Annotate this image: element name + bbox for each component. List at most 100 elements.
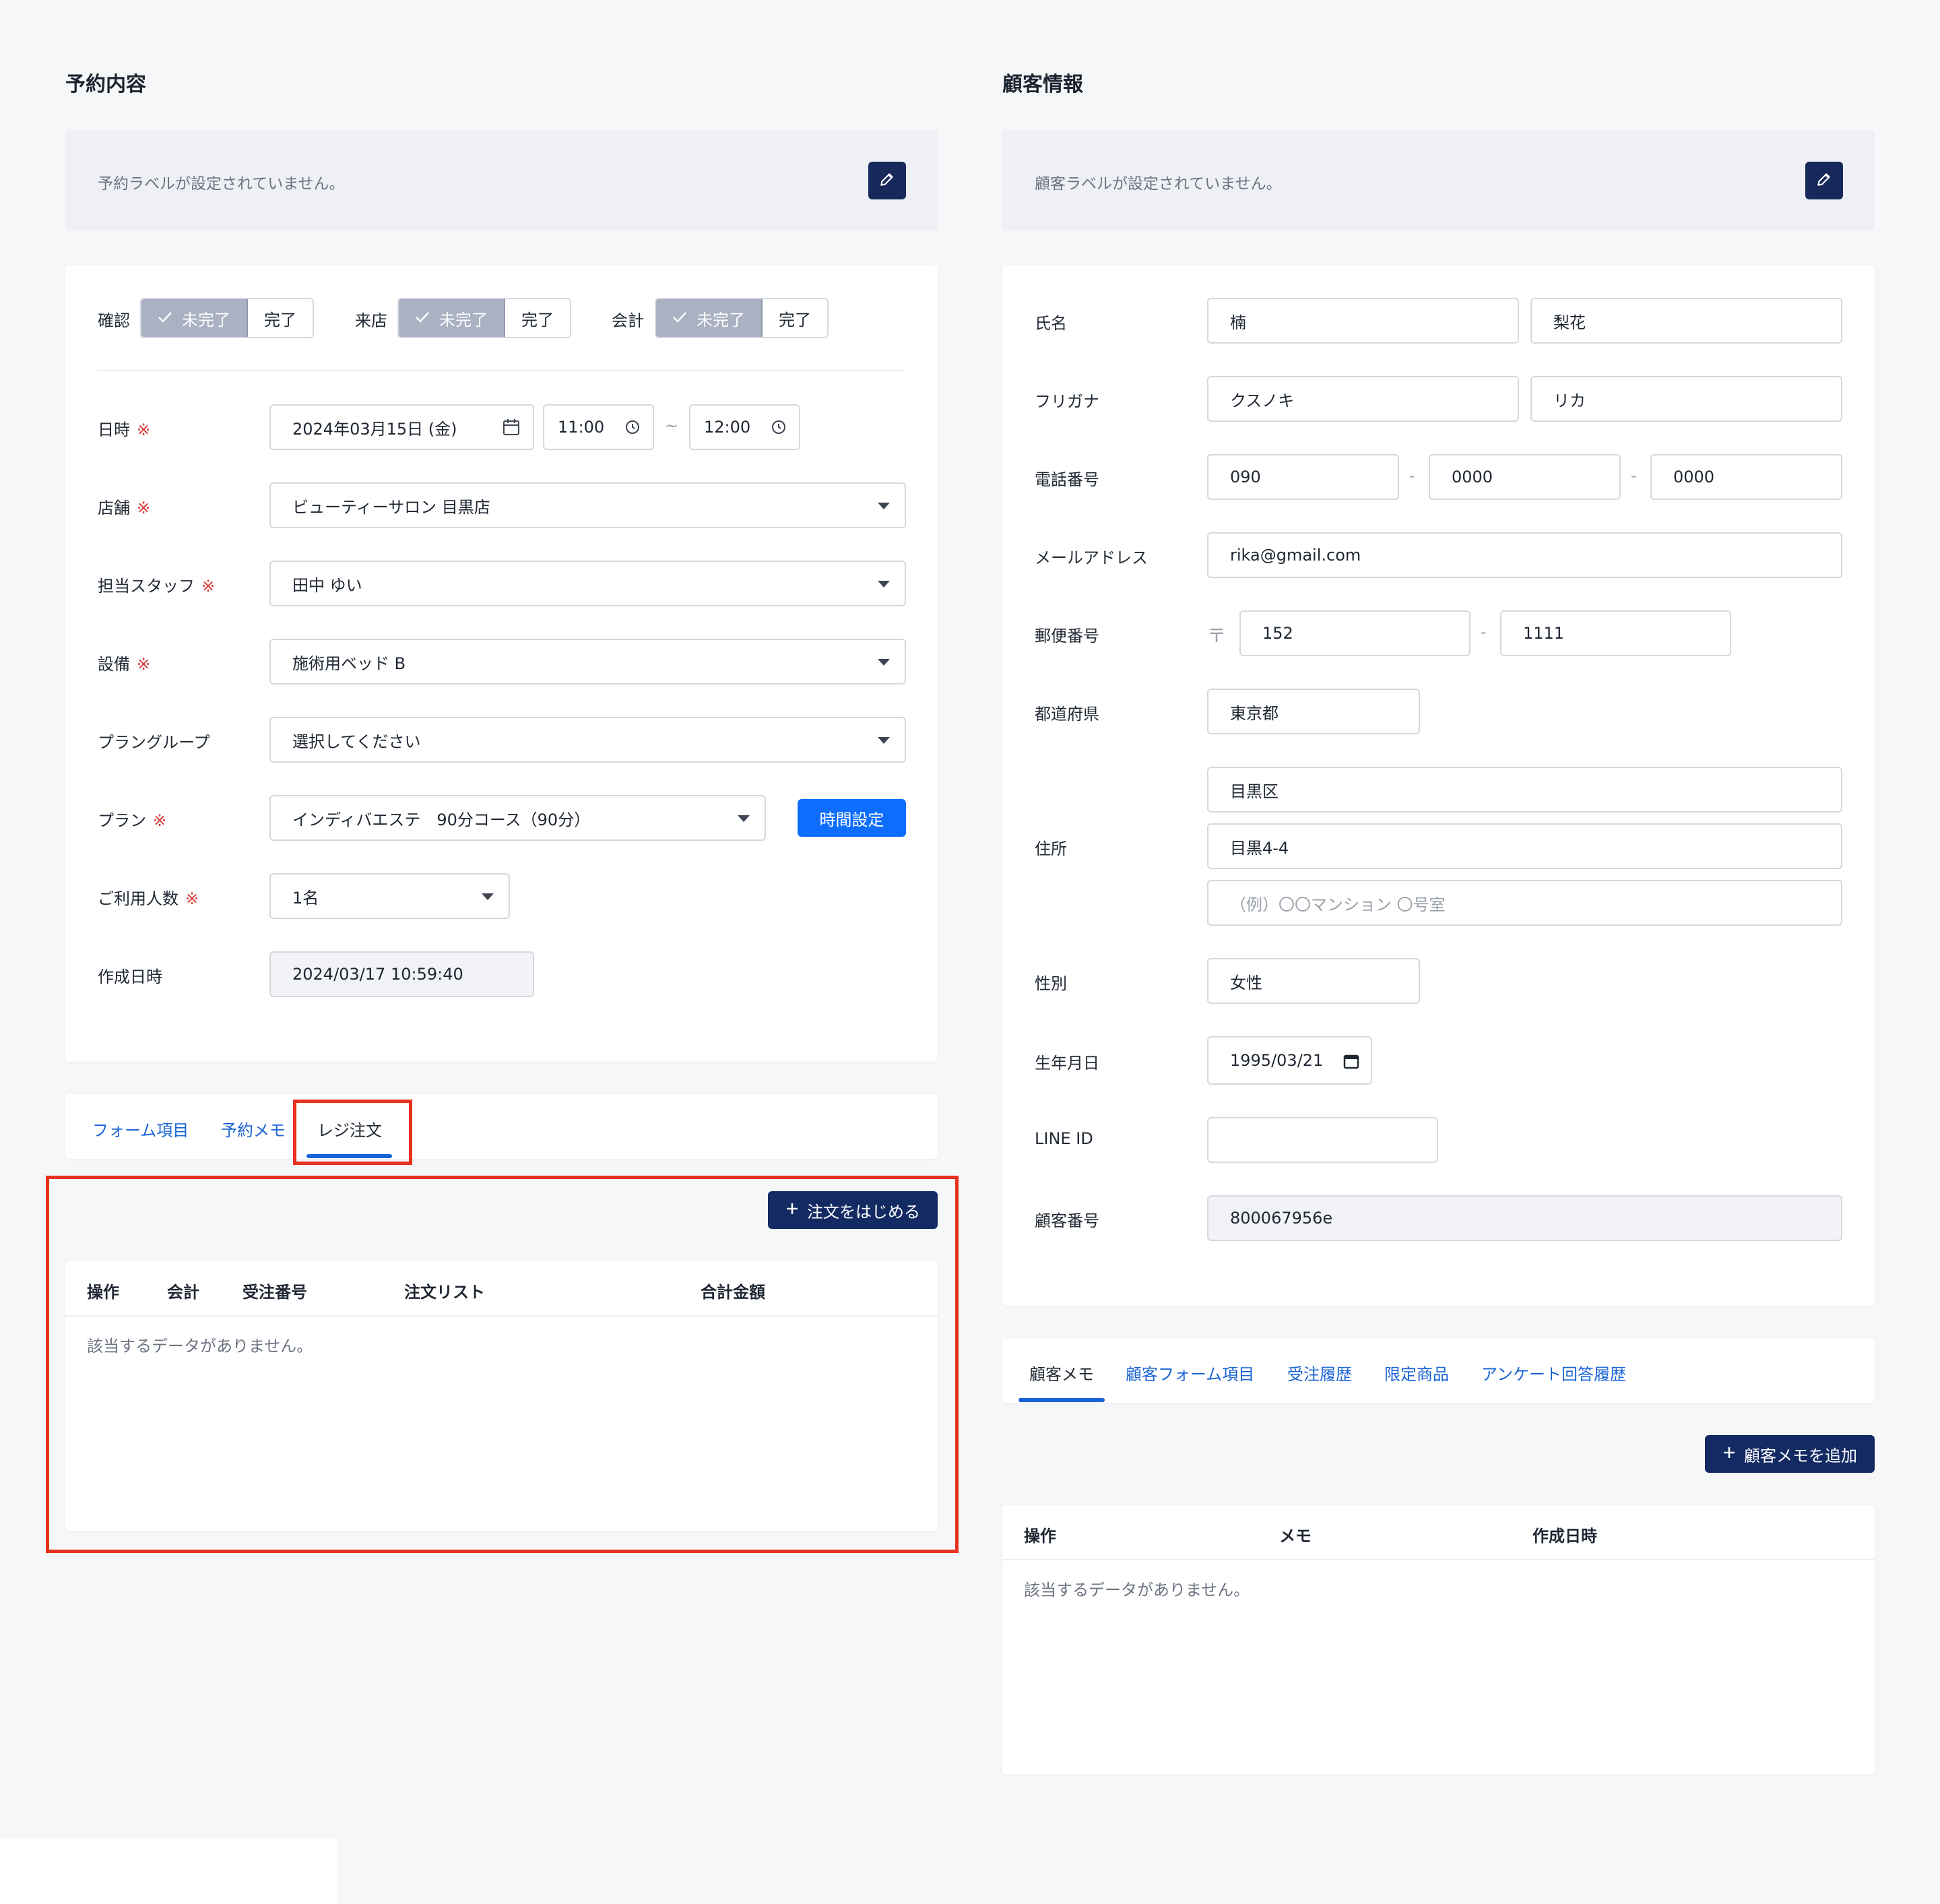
pencil-icon (878, 170, 896, 191)
email-input[interactable]: rika@gmail.com (1207, 532, 1842, 578)
postal-part2-input[interactable]: 1111 (1500, 610, 1731, 656)
prefecture-input[interactable]: 東京都 (1207, 689, 1420, 734)
chevron-down-icon (878, 503, 890, 509)
last-kana-input[interactable]: クスノキ (1207, 376, 1519, 422)
plan-group-label: プラングループ (98, 733, 210, 752)
phone-part3-input[interactable]: 0000 (1650, 454, 1842, 500)
visit-status-toggle: 未完了 完了 (397, 298, 571, 338)
required-mark: ※ (137, 499, 151, 517)
status-divider (98, 370, 905, 371)
customer-label-edit-button[interactable] (1805, 162, 1843, 199)
phone-part2-input[interactable]: 0000 (1429, 454, 1621, 500)
first-name-input[interactable]: 梨花 (1530, 298, 1842, 344)
phone-part1-input[interactable]: 090 (1207, 454, 1399, 500)
tab-customer-memo[interactable]: 顧客メモ (1029, 1361, 1094, 1385)
postal-part1-input[interactable]: 152 (1239, 610, 1470, 656)
confirm-incomplete-button[interactable]: 未完了 (141, 299, 248, 337)
customer-no-field: 800067956e (1207, 1195, 1842, 1241)
payment-incomplete-label: 未完了 (697, 310, 745, 329)
last-name-input[interactable]: 楠 (1207, 298, 1519, 344)
customer-no-label: 顧客番号 (1035, 1211, 1099, 1230)
add-memo-button[interactable]: 顧客メモを追加 (1705, 1435, 1875, 1473)
time-range-tilde: ~ (665, 416, 679, 435)
tab-survey-history[interactable]: アンケート回答履歴 (1481, 1361, 1626, 1385)
payment-status-toggle: 未完了 完了 (655, 298, 829, 338)
line-id-input[interactable] (1207, 1117, 1438, 1163)
customer-no-value: 800067956e (1230, 1209, 1333, 1228)
line-id-label: LINE ID (1035, 1129, 1093, 1148)
email-value: rika@gmail.com (1230, 546, 1361, 565)
customer-title: 顧客情報 (1002, 73, 1083, 96)
postal-part1-value: 152 (1262, 624, 1293, 643)
gender-value: 女性 (1230, 973, 1262, 992)
visit-incomplete-button[interactable]: 未完了 (399, 299, 505, 337)
address-label: 住所 (1035, 839, 1067, 858)
tab-customer-form-items[interactable]: 顧客フォーム項目 (1126, 1361, 1254, 1385)
plus-icon (1722, 1445, 1736, 1463)
payment-complete-button[interactable]: 完了 (763, 299, 827, 337)
check-icon (415, 309, 430, 327)
postal-label: 郵便番号 (1035, 627, 1099, 645)
reservation-tab-bar: フォーム項目 予約メモ レジ注文 (65, 1094, 938, 1159)
confirm-status-toggle: 未完了 完了 (140, 298, 314, 338)
memo-table: 操作 メモ 作成日時 該当するデータがありません。 (1002, 1505, 1875, 1775)
birthday-label: 生年月日 (1035, 1054, 1099, 1073)
address-line3-input[interactable]: （例）〇〇マンション 〇号室 (1207, 880, 1842, 926)
store-select[interactable]: ビューティーサロン 目黒店 (269, 482, 906, 528)
required-mark: ※ (137, 420, 151, 439)
guests-select[interactable]: 1名 (269, 873, 510, 919)
start-time-value: 11:00 (558, 418, 605, 437)
tab-limited-products[interactable]: 限定商品 (1384, 1361, 1449, 1385)
equipment-select[interactable]: 施術用ベッド B (269, 639, 906, 685)
calendar-icon (1343, 1052, 1360, 1074)
confirm-complete-button[interactable]: 完了 (248, 299, 313, 337)
end-time-input[interactable]: 12:00 (689, 404, 800, 450)
last-kana-value: クスノキ (1230, 391, 1295, 410)
staff-value: 田中 ゆい (292, 575, 362, 595)
memo-col-action: 操作 (1024, 1527, 1056, 1546)
reservation-label-panel: 予約ラベルが設定されていません。 (65, 130, 938, 230)
reservation-label-edit-button[interactable] (868, 162, 906, 199)
phone-separator: - (1631, 466, 1637, 485)
clock-icon (624, 419, 641, 439)
birthday-input[interactable]: 1995/03/21 (1207, 1036, 1372, 1085)
kana-label: フリガナ (1035, 392, 1099, 411)
address-line1-input[interactable]: 目黒区 (1207, 767, 1842, 813)
email-label: メールアドレス (1035, 548, 1148, 567)
memo-col-memo: メモ (1279, 1527, 1312, 1546)
first-kana-input[interactable]: リカ (1530, 376, 1842, 422)
postal-part2-value: 1111 (1523, 624, 1565, 643)
staff-label-text: 担当スタッフ (98, 577, 195, 596)
tab-highlight-box (293, 1100, 412, 1165)
plan-select[interactable]: インディバエステ 90分コース（90分） (269, 795, 766, 841)
visit-complete-button[interactable]: 完了 (505, 299, 570, 337)
postal-separator: - (1481, 623, 1487, 641)
required-mark: ※ (153, 811, 167, 830)
phone-label: 電話番号 (1035, 470, 1099, 489)
gender-input[interactable]: 女性 (1207, 958, 1420, 1004)
tab-reservation-memo[interactable]: 予約メモ (221, 1117, 286, 1141)
end-time-value: 12:00 (704, 418, 751, 437)
address-line2-value: 目黒4-4 (1230, 838, 1289, 858)
time-setting-button[interactable]: 時間設定 (798, 799, 906, 837)
guests-label-text: ご利用人数 (98, 889, 179, 908)
customer-tab-bar: 顧客メモ 顧客フォーム項目 受注履歴 限定商品 アンケート回答履歴 (1002, 1338, 1875, 1403)
phone-separator: - (1409, 466, 1415, 485)
guests-label: ご利用人数 ※ (98, 885, 199, 909)
tab-form-items[interactable]: フォーム項目 (92, 1117, 189, 1141)
prefecture-label: 都道府県 (1035, 705, 1099, 724)
phone-part1-value: 090 (1230, 468, 1261, 486)
chevron-down-icon (878, 659, 890, 666)
staff-select[interactable]: 田中 ゆい (269, 561, 906, 606)
tab-order-history[interactable]: 受注履歴 (1287, 1361, 1352, 1385)
datetime-label-text: 日時 (98, 420, 130, 439)
birthday-value: 1995/03/21 (1230, 1051, 1324, 1070)
required-mark: ※ (201, 577, 216, 596)
address-line2-input[interactable]: 目黒4-4 (1207, 823, 1842, 869)
payment-incomplete-button[interactable]: 未完了 (656, 299, 763, 337)
date-input[interactable]: 2024年03月15日 (金) (269, 404, 534, 450)
plan-group-select[interactable]: 選択してください (269, 717, 906, 763)
customer-form-card: 氏名 楠 梨花 フリガナ クスノキ リカ 電話番号 090 - 0000 - 0… (1002, 265, 1875, 1306)
start-time-input[interactable]: 11:00 (543, 404, 654, 450)
gender-label: 性別 (1035, 974, 1067, 993)
